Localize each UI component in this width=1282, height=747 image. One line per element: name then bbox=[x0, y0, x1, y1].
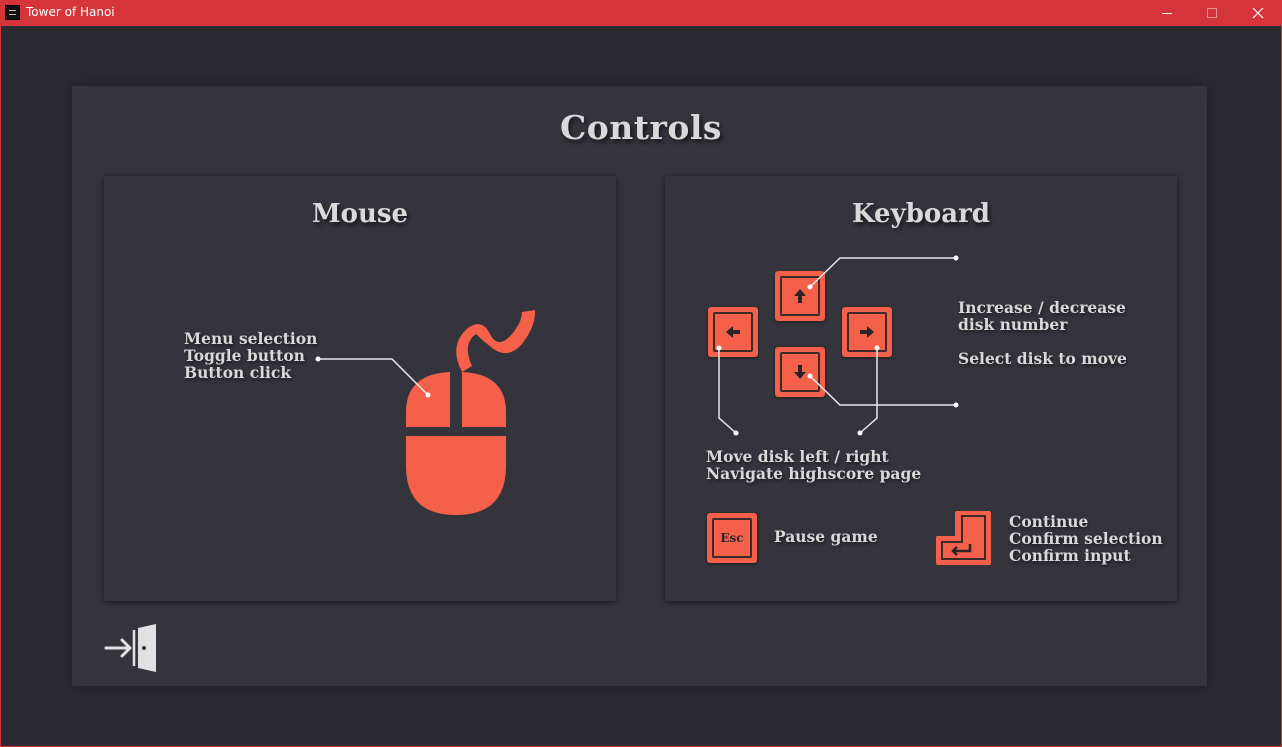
mouse-action-menu-selection: Menu selection bbox=[184, 329, 318, 348]
enter-action-continue: Continue bbox=[1009, 512, 1089, 531]
close-icon bbox=[1252, 7, 1264, 19]
enter-action-confirm-input: Confirm input bbox=[1009, 546, 1131, 565]
mouse-card bbox=[104, 176, 616, 601]
close-button[interactable] bbox=[1235, 0, 1281, 26]
mouse-card-title: Mouse bbox=[311, 199, 409, 229]
left-key bbox=[708, 307, 758, 357]
title-bar: Tower of Hanoi bbox=[0, 0, 1282, 26]
maximize-button[interactable] bbox=[1189, 0, 1235, 26]
esc-action-label: Pause game bbox=[774, 527, 878, 546]
down-key bbox=[775, 347, 825, 397]
exit-door-icon[interactable] bbox=[104, 622, 160, 674]
arrow-down-icon bbox=[794, 365, 806, 379]
mouse-actions-label: Menu selection Toggle button Button clic… bbox=[184, 330, 317, 381]
right-key bbox=[842, 307, 892, 357]
up-down-keys-label: Increase / decrease disk number bbox=[958, 299, 1126, 333]
arrow-right-icon bbox=[860, 326, 874, 338]
enter-key bbox=[936, 511, 991, 565]
keyboard-card-title: Keyboard bbox=[852, 199, 990, 229]
minimize-button[interactable] bbox=[1144, 0, 1190, 26]
window-title: Tower of Hanoi bbox=[26, 5, 115, 19]
enter-actions-label: Continue Confirm selection Confirm input bbox=[1009, 513, 1163, 564]
mouse-action-toggle-button: Toggle button bbox=[184, 346, 305, 365]
up-down-line-2: disk number bbox=[958, 315, 1068, 334]
up-down-line-1: Increase / decrease bbox=[958, 298, 1126, 317]
left-right-keys-label: Move disk left / right Navigate highscor… bbox=[706, 448, 921, 482]
select-disk-label: Select disk to move bbox=[958, 349, 1127, 368]
up-key bbox=[775, 271, 825, 321]
esc-key: Esc bbox=[707, 513, 757, 563]
minimize-icon bbox=[1162, 12, 1172, 14]
page-title: Controls bbox=[559, 108, 723, 147]
enter-action-confirm-selection: Confirm selection bbox=[1009, 529, 1163, 548]
arrow-left-icon bbox=[726, 326, 740, 338]
left-right-line-1: Move disk left / right bbox=[706, 447, 889, 466]
app-icon bbox=[5, 5, 20, 20]
left-right-line-2: Navigate highscore page bbox=[706, 464, 922, 483]
maximize-icon bbox=[1207, 8, 1217, 18]
mouse-action-button-click: Button click bbox=[184, 363, 292, 382]
arrow-up-icon bbox=[794, 289, 806, 303]
esc-key-label: Esc bbox=[720, 531, 744, 545]
